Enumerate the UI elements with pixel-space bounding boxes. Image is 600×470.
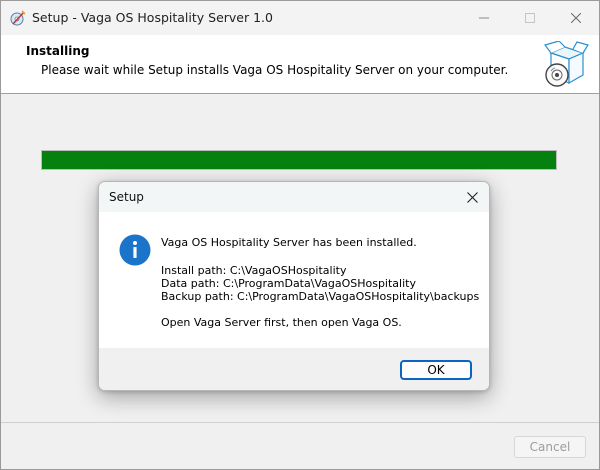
dialog-message: Vaga OS Hospitality Server has been inst… <box>161 236 417 249</box>
install-progress-fill <box>42 151 556 169</box>
minimize-button[interactable] <box>461 1 507 35</box>
install-progress-bar <box>41 150 557 170</box>
info-icon <box>119 234 151 266</box>
page-title: Installing <box>26 44 90 58</box>
window-title: Setup - Vaga OS Hospitality Server 1.0 <box>32 10 273 25</box>
window-titlebar[interactable]: Setup - Vaga OS Hospitality Server 1.0 <box>1 1 599 35</box>
maximize-button[interactable] <box>507 1 553 35</box>
setup-window: Setup - Vaga OS Hospitality Server 1.0 I… <box>0 0 600 470</box>
data-path-text: Data path: C:\ProgramData\VagaOSHospital… <box>161 277 416 290</box>
close-icon <box>571 13 581 23</box>
close-button[interactable] <box>553 1 599 35</box>
dialog-close-button[interactable] <box>455 182 489 212</box>
setup-wizard-icon <box>10 10 26 26</box>
dialog-note: Open Vaga Server first, then open Vaga O… <box>161 316 402 329</box>
install-path-text: Install path: C:\VagaOSHospitality <box>161 264 347 277</box>
software-box-cd-icon <box>543 40 589 89</box>
dialog-title: Setup <box>109 190 144 204</box>
page-subtitle: Please wait while Setup installs Vaga OS… <box>41 63 509 77</box>
minimize-icon <box>479 17 489 19</box>
wizard-header: Installing Please wait while Setup insta… <box>1 35 599 94</box>
dialog-titlebar[interactable]: Setup <box>99 182 489 212</box>
footer-divider <box>1 422 599 423</box>
close-icon <box>466 191 478 203</box>
backup-path-text: Backup path: C:\ProgramData\VagaOSHospit… <box>161 290 480 303</box>
ok-button[interactable]: OK <box>400 360 472 380</box>
cancel-button[interactable]: Cancel <box>514 436 586 458</box>
install-complete-dialog: Setup Vaga OS Hospitality Server has bee… <box>98 181 490 391</box>
maximize-icon <box>525 13 535 23</box>
